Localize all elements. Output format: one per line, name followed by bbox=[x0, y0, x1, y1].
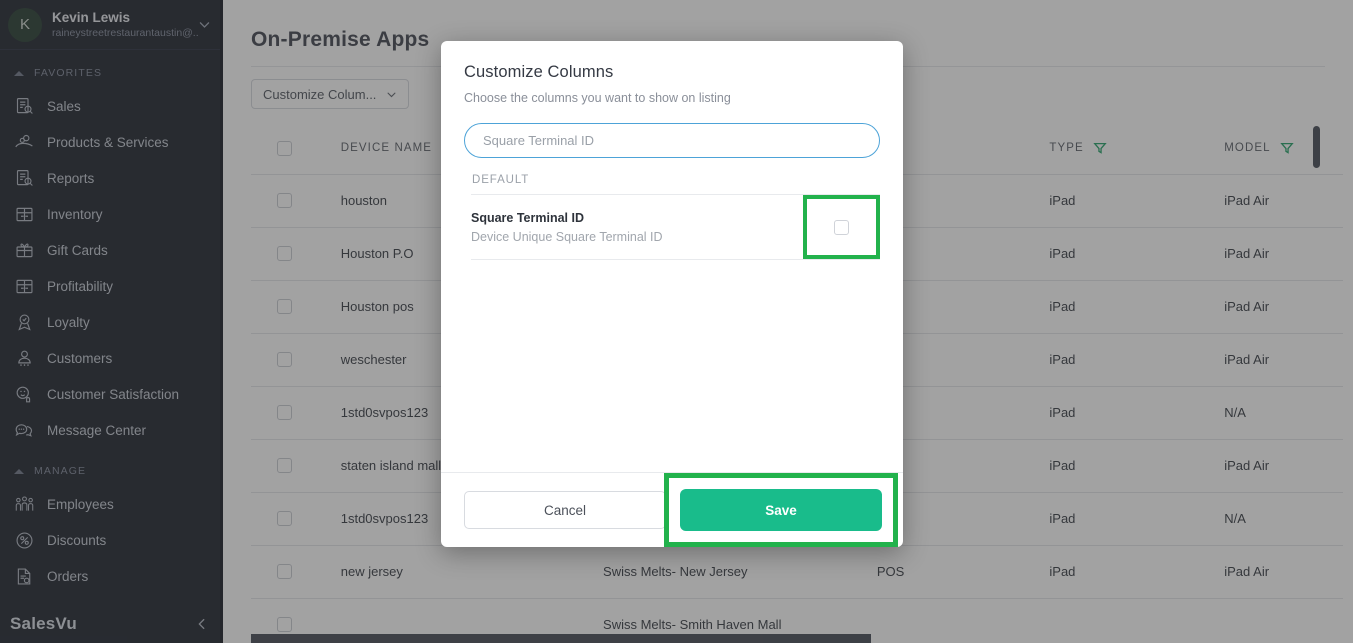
search-field-wrapper[interactable] bbox=[464, 123, 880, 158]
column-option-list: Square Terminal ID Device Unique Square … bbox=[471, 194, 880, 260]
group-label-default: DEFAULT bbox=[441, 158, 903, 186]
cancel-button[interactable]: Cancel bbox=[464, 491, 666, 529]
checkbox-highlight-box bbox=[803, 195, 880, 259]
modal-subtitle: Choose the columns you want to show on l… bbox=[441, 82, 903, 105]
search-input[interactable] bbox=[483, 133, 861, 148]
customize-columns-modal: Customize Columns Choose the columns you… bbox=[441, 41, 903, 547]
column-option-text: Square Terminal ID Device Unique Square … bbox=[471, 211, 803, 244]
app-root: K Kevin Lewis raineystreetrestaurantaust… bbox=[0, 0, 1353, 643]
column-option-checkbox[interactable] bbox=[834, 220, 849, 235]
save-button[interactable]: Save bbox=[680, 489, 882, 531]
column-option-title: Square Terminal ID bbox=[471, 211, 803, 225]
save-button-highlight-box: Save bbox=[664, 473, 898, 547]
column-option-description: Device Unique Square Terminal ID bbox=[471, 230, 803, 244]
column-option-row[interactable]: Square Terminal ID Device Unique Square … bbox=[471, 194, 880, 260]
modal-title: Customize Columns bbox=[441, 41, 903, 82]
